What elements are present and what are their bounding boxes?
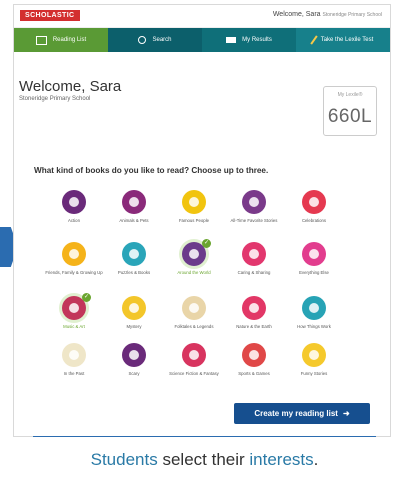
interest-label: Nature & the Earth bbox=[236, 324, 272, 329]
interest-icon-glyph bbox=[69, 303, 79, 313]
interest-icon bbox=[242, 190, 266, 214]
interest-icon: ✓ bbox=[62, 293, 91, 320]
interest-label: Friends, Family & Growing Up bbox=[45, 270, 103, 275]
interest-label: Caring & Sharing bbox=[237, 270, 271, 275]
interest-icon bbox=[182, 296, 206, 320]
checkmark-icon: ✓ bbox=[82, 293, 91, 302]
caption-divider bbox=[33, 436, 376, 437]
interest-icon-glyph bbox=[189, 303, 199, 313]
caption-interests: interests bbox=[249, 450, 314, 469]
interest-icon-glyph bbox=[309, 350, 319, 360]
interest-label: Folktales & Legends bbox=[174, 324, 214, 329]
checkmark-icon: ✓ bbox=[202, 239, 211, 248]
interest-icon bbox=[122, 296, 146, 320]
interest-option[interactable]: In the Past bbox=[44, 343, 104, 376]
interest-icon: ✓ bbox=[182, 239, 211, 266]
interest-label: In the Past bbox=[63, 371, 85, 376]
interest-label: Funny Stories bbox=[300, 371, 328, 376]
caption-students: Students bbox=[90, 450, 158, 469]
interest-label: Music & Art bbox=[63, 324, 85, 329]
interest-option[interactable]: Celebrations bbox=[284, 190, 344, 223]
interest-option[interactable]: Action bbox=[44, 190, 104, 223]
interest-icon bbox=[62, 190, 86, 214]
interest-label: Scary bbox=[128, 371, 140, 376]
interest-option[interactable]: Everything Else bbox=[284, 242, 344, 275]
interest-icon-glyph bbox=[129, 350, 139, 360]
create-reading-list-button[interactable]: Create my reading list ➜ bbox=[234, 403, 370, 424]
interest-icon-glyph bbox=[309, 197, 319, 207]
interest-icon bbox=[62, 242, 86, 266]
caption-middle: select their bbox=[157, 450, 250, 469]
caption: Students select their interests. bbox=[33, 450, 376, 470]
interest-icon-glyph bbox=[249, 350, 259, 360]
interest-option[interactable]: Puzzles & Books bbox=[104, 242, 164, 275]
interest-option[interactable]: Science Fiction & Fantasy bbox=[164, 343, 224, 376]
interest-icon bbox=[122, 242, 146, 266]
interest-icon-glyph bbox=[309, 303, 319, 313]
interest-option[interactable]: Funny Stories bbox=[284, 343, 344, 376]
interest-icon bbox=[182, 343, 206, 367]
interest-icon bbox=[242, 296, 266, 320]
interest-option[interactable]: Nature & the Earth bbox=[224, 296, 284, 329]
interest-option[interactable]: Mystery bbox=[104, 296, 164, 329]
interest-icon bbox=[242, 242, 266, 266]
interest-label: Famous People bbox=[178, 218, 210, 223]
arrow-right-icon: ➜ bbox=[342, 409, 350, 418]
interest-icon bbox=[242, 343, 266, 367]
interest-option[interactable]: Friends, Family & Growing Up bbox=[44, 242, 104, 275]
create-button-label: Create my reading list bbox=[254, 409, 338, 418]
interest-label: How Things Work bbox=[297, 324, 331, 329]
caption-end: . bbox=[313, 450, 319, 469]
interest-icon-glyph bbox=[69, 249, 79, 259]
interest-label: Science Fiction & Fantasy bbox=[169, 371, 219, 376]
interest-label: Sports & Games bbox=[238, 371, 270, 376]
interest-icon bbox=[302, 343, 326, 367]
interest-option[interactable]: Sports & Games bbox=[224, 343, 284, 376]
interest-icon-glyph bbox=[249, 197, 259, 207]
interest-icon bbox=[122, 190, 146, 214]
interest-icon-glyph bbox=[189, 249, 199, 259]
interest-icon-glyph bbox=[129, 197, 139, 207]
interest-option[interactable]: All-Time Favorite Stories bbox=[224, 190, 284, 223]
interest-icon-glyph bbox=[249, 249, 259, 259]
interest-option[interactable]: ✓ Music & Art bbox=[44, 293, 104, 329]
interest-option[interactable]: How Things Work bbox=[284, 296, 344, 329]
interest-label: Everything Else bbox=[299, 270, 329, 275]
interest-label: Animals & Pets bbox=[119, 218, 149, 223]
interest-label: All-Time Favorite Stories bbox=[230, 218, 278, 223]
interest-option[interactable]: ✓ Around the World bbox=[164, 239, 224, 275]
interest-icon-glyph bbox=[189, 350, 199, 360]
interest-icon-glyph bbox=[129, 303, 139, 313]
interest-icon bbox=[122, 343, 146, 367]
interest-option[interactable]: Famous People bbox=[164, 190, 224, 223]
interest-label: Puzzles & Books bbox=[117, 270, 151, 275]
interest-icon-glyph bbox=[249, 303, 259, 313]
interest-icon-glyph bbox=[309, 249, 319, 259]
interest-label: Mystery bbox=[126, 324, 142, 329]
interest-icon bbox=[182, 190, 206, 214]
interest-icon-glyph bbox=[69, 350, 79, 360]
interest-icon-glyph bbox=[189, 197, 199, 207]
interest-icon bbox=[302, 296, 326, 320]
interest-option[interactable]: Scary bbox=[104, 343, 164, 376]
interest-option[interactable]: Folktales & Legends bbox=[164, 296, 224, 329]
interest-label: Action bbox=[68, 218, 80, 223]
interest-option[interactable]: Caring & Sharing bbox=[224, 242, 284, 275]
interest-icon-glyph bbox=[129, 249, 139, 259]
interest-icon bbox=[62, 343, 86, 367]
interest-label: Celebrations bbox=[301, 218, 327, 223]
interest-icon bbox=[302, 242, 326, 266]
interest-icon-glyph bbox=[69, 197, 79, 207]
interest-option[interactable]: Animals & Pets bbox=[104, 190, 164, 223]
interest-icon bbox=[302, 190, 326, 214]
interest-label: Around the World bbox=[177, 270, 211, 275]
